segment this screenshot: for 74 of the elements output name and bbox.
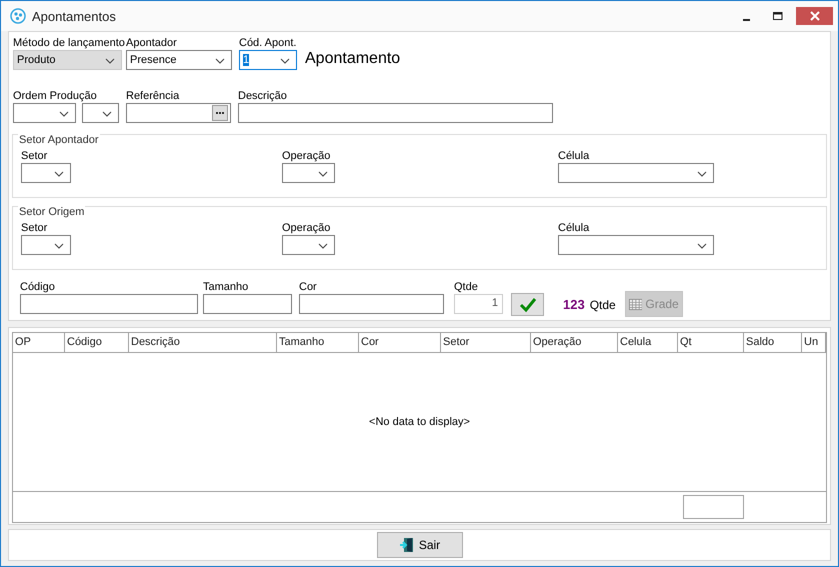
column-header[interactable]: Cor: [359, 333, 441, 352]
chevron-down-icon: [59, 111, 69, 117]
chevron-down-icon: [318, 243, 328, 249]
dropdown[interactable]: [82, 103, 119, 123]
dropdown[interactable]: [21, 235, 71, 255]
field-label: Apontador: [126, 36, 178, 50]
field-label: Ordem Produção: [13, 89, 98, 103]
group-title: Setor Apontador: [18, 134, 100, 146]
field-label: Código: [20, 280, 56, 294]
input-field[interactable]: [238, 103, 553, 123]
column-header[interactable]: Qt: [678, 333, 744, 352]
maximize-icon: [773, 11, 783, 21]
chevron-down-icon: [105, 58, 115, 64]
field-label: Cor: [299, 280, 318, 294]
field-label: Setor: [21, 221, 48, 235]
app-icon: [10, 8, 26, 24]
group-title: Setor Origem: [18, 206, 86, 218]
dropdown[interactable]: Presence: [126, 50, 232, 70]
field-label: Descrição: [238, 89, 288, 103]
empty-message: <No data to display>: [369, 416, 470, 428]
dropdown[interactable]: 1: [239, 50, 297, 70]
dropdown[interactable]: [21, 163, 71, 183]
counter-label: Qtde: [590, 298, 616, 312]
chevron-down-icon: [54, 243, 64, 249]
form-heading: Apontamento: [305, 50, 400, 68]
dropdown[interactable]: [558, 235, 714, 255]
dropdown[interactable]: [13, 103, 76, 123]
field-label: Célula: [558, 221, 590, 235]
chevron-down-icon: [318, 171, 328, 177]
summary-field: [683, 495, 744, 519]
checkmark-icon: [518, 296, 536, 312]
field-label: Referência: [126, 89, 180, 103]
dropdown[interactable]: [282, 235, 335, 255]
field-label: Cód. Apont.: [239, 36, 297, 50]
column-header[interactable]: OP: [13, 333, 65, 352]
column-header[interactable]: Operação: [531, 333, 618, 352]
grid-icon: [628, 298, 642, 310]
column-header[interactable]: Setor: [441, 333, 531, 352]
chevron-down-icon: [215, 58, 225, 64]
close-icon: [810, 11, 820, 21]
column-header[interactable]: Código: [65, 333, 129, 352]
confirm-button[interactable]: [511, 293, 544, 316]
field-label: Operação: [282, 149, 332, 163]
field-label: Método de lançamento: [13, 36, 122, 50]
door-exit-icon: [398, 537, 415, 553]
browse-button[interactable]: [212, 105, 228, 121]
input-field[interactable]: [20, 294, 198, 314]
input-field[interactable]: [203, 294, 292, 314]
dropdown[interactable]: [282, 163, 335, 183]
column-header[interactable]: Un: [802, 333, 826, 352]
field-label: Operação: [282, 221, 332, 235]
column-header[interactable]: Celula: [618, 333, 678, 352]
chevron-down-icon: [697, 171, 707, 177]
quantity-field[interactable]: 1: [454, 294, 503, 314]
chevron-down-icon: [54, 171, 64, 177]
exit-button[interactable]: Sair: [376, 532, 462, 558]
field-label: Tamanho: [203, 280, 250, 294]
field-label: Célula: [558, 149, 590, 163]
field-label: Qtde: [454, 280, 479, 294]
input-field[interactable]: [126, 103, 231, 123]
field-label: Setor: [21, 149, 48, 163]
counter-value: 123: [563, 297, 585, 312]
close-button[interactable]: [796, 7, 833, 25]
column-header[interactable]: Saldo: [744, 333, 802, 352]
window-title: Apontamentos: [32, 8, 116, 24]
ellipsis-icon: [215, 111, 225, 115]
column-header[interactable]: Tamanho: [277, 333, 359, 352]
dropdown[interactable]: [558, 163, 714, 183]
chevron-down-icon: [102, 111, 112, 117]
chevron-down-icon: [280, 58, 290, 64]
minimize-icon: [742, 19, 750, 21]
input-field[interactable]: [299, 294, 444, 314]
column-header[interactable]: Descrição: [129, 333, 277, 352]
chevron-down-icon: [697, 243, 707, 249]
